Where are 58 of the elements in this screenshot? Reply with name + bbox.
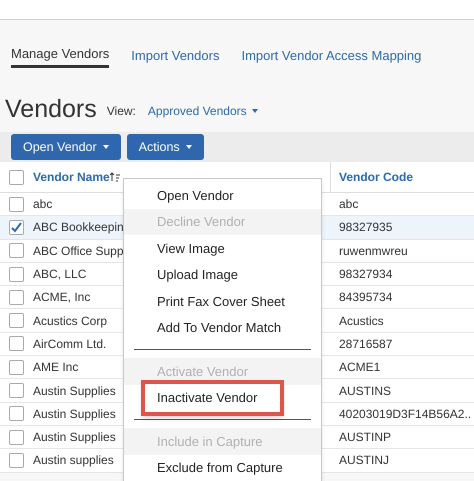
view-label: View: bbox=[106, 103, 136, 120]
sort-icon[interactable] bbox=[110, 172, 120, 182]
checkbox[interactable] bbox=[9, 290, 24, 305]
checkbox[interactable] bbox=[9, 243, 24, 258]
checkbox[interactable] bbox=[9, 170, 24, 184]
caret-icon bbox=[186, 145, 192, 149]
menu-item[interactable]: Exclude from Capture bbox=[124, 454, 321, 481]
menu-item[interactable]: Upload Image bbox=[124, 262, 321, 288]
tab[interactable]: Manage Vendors bbox=[11, 44, 110, 68]
table-cell-text: Austin Supplies bbox=[33, 406, 116, 423]
checkbox[interactable] bbox=[9, 196, 24, 212]
checkbox[interactable] bbox=[9, 452, 24, 468]
menu-item[interactable]: Inactivate Vendor bbox=[141, 380, 284, 416]
table-cell: Acustics bbox=[339, 314, 384, 328]
table-cell: AUSTINS bbox=[339, 384, 392, 398]
table-cell: 98327935 bbox=[339, 220, 392, 234]
menu-item[interactable]: Print Fax Cover Sheet bbox=[124, 288, 321, 314]
table-cell-text: ABC Office Supp bbox=[33, 242, 124, 260]
table-cell: AUSTINP bbox=[339, 430, 392, 444]
checkbox[interactable] bbox=[9, 220, 24, 235]
table-cell-text: ACME, Inc bbox=[33, 289, 90, 306]
menu-item[interactable]: Add To Vendor Match bbox=[124, 314, 321, 341]
table-cell: 84395734 bbox=[339, 290, 392, 304]
view-dropdown[interactable]: Approved Vendors bbox=[148, 102, 258, 120]
caret-icon bbox=[102, 145, 109, 149]
checkbox[interactable] bbox=[9, 336, 24, 352]
tab[interactable]: Import Vendor Access Mapping bbox=[241, 44, 422, 68]
checkbox[interactable] bbox=[9, 406, 24, 422]
table-cell: abc bbox=[339, 197, 358, 212]
table-cell-text: Austin Supplies bbox=[33, 429, 116, 446]
menu-item[interactable]: View Image bbox=[124, 235, 321, 262]
toolbar-button[interactable]: Open Vendor bbox=[11, 134, 121, 160]
tab[interactable]: Import Vendors bbox=[131, 44, 220, 68]
table-cell-text: Austin supplies bbox=[33, 452, 114, 470]
table-cell-text: AirComm Ltd. bbox=[33, 336, 106, 353]
page-heading: Vendors bbox=[5, 97, 97, 122]
column-header: Vendor Name bbox=[33, 169, 110, 186]
checkbox[interactable] bbox=[9, 383, 24, 398]
table-cell-text: ABC, LLC bbox=[33, 266, 86, 284]
table-cell-text: abc bbox=[33, 196, 52, 214]
checkbox[interactable] bbox=[9, 360, 24, 375]
caret-icon bbox=[252, 109, 258, 113]
table-cell-text: Austin Supplies bbox=[33, 382, 116, 400]
table-cell: 40203019D3F14B56A2.. bbox=[339, 406, 472, 421]
table-cell: 98327934 bbox=[339, 267, 392, 282]
table-cell: ACME1 bbox=[339, 360, 380, 374]
toolbar-button[interactable]: Actions bbox=[126, 134, 204, 160]
checkbox[interactable] bbox=[9, 430, 24, 445]
table-cell: ruwenmwreu bbox=[339, 244, 408, 258]
table-cell-text: AME Inc bbox=[33, 359, 78, 376]
table-cell-text: Acustics Corp bbox=[33, 312, 108, 330]
column-header: Vendor Code bbox=[339, 169, 414, 186]
checkbox[interactable] bbox=[9, 266, 24, 282]
checkbox[interactable] bbox=[9, 313, 24, 328]
menu-item[interactable]: Open Vendor bbox=[124, 182, 321, 208]
table-cell: 28716587 bbox=[339, 336, 392, 351]
table-cell: AUSTINJ bbox=[339, 453, 390, 468]
table-cell-text: ABC Bookkeepin bbox=[33, 219, 124, 236]
